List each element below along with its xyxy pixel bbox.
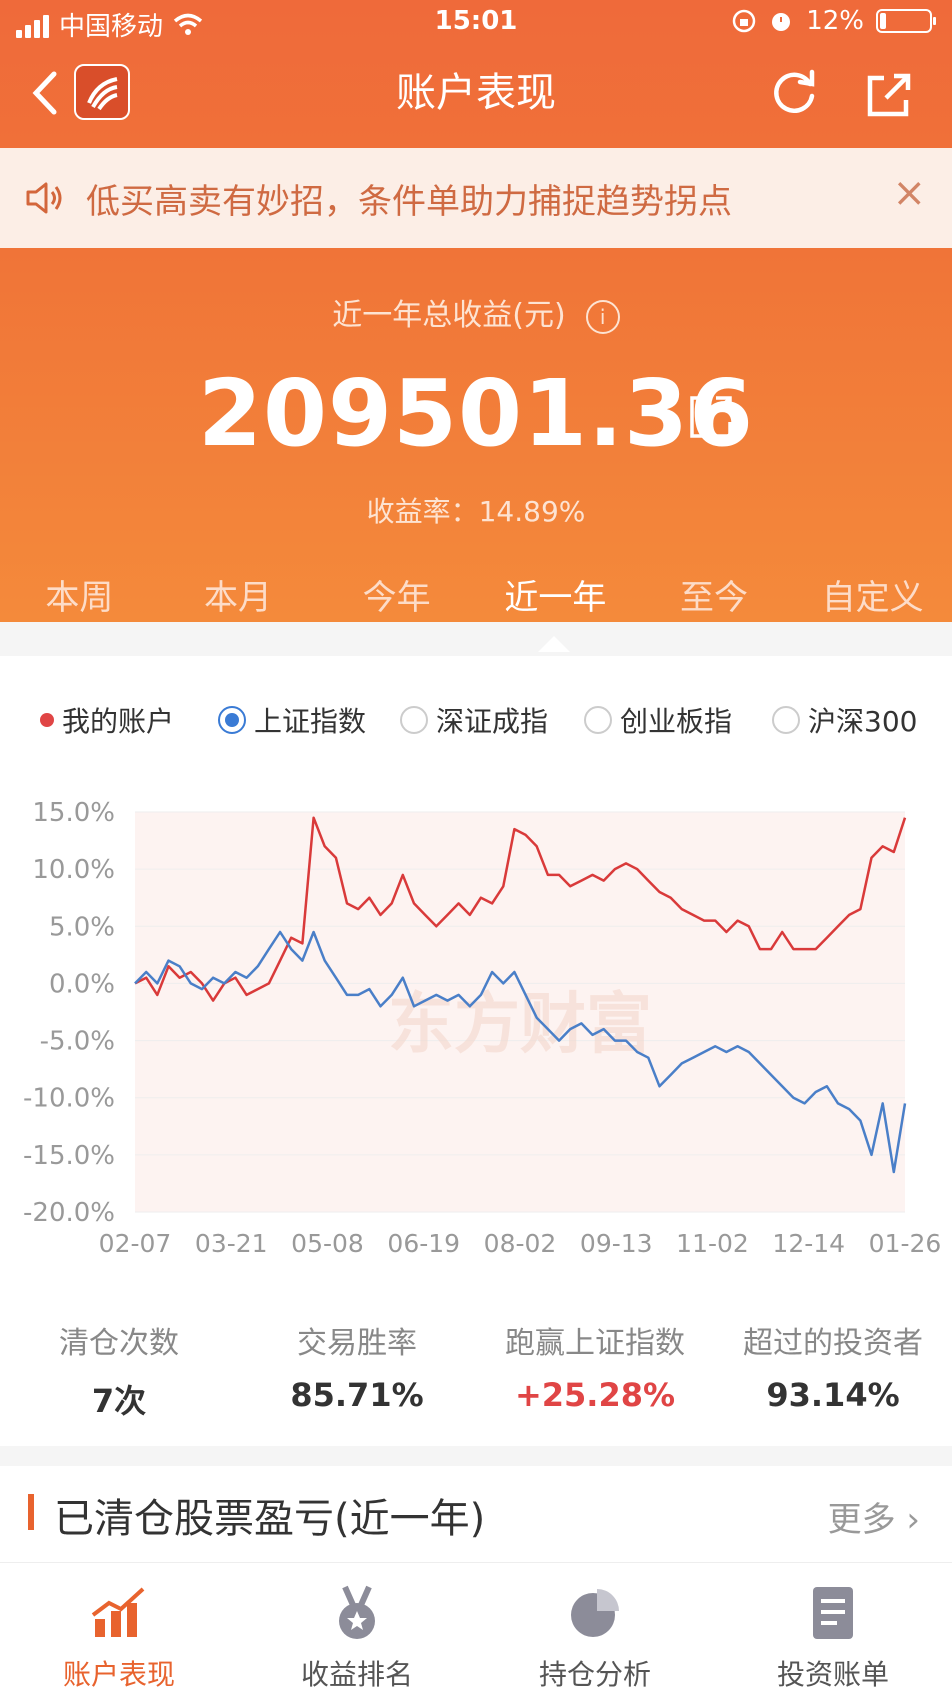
legend-chinext-index[interactable]: 创业板指	[584, 700, 732, 740]
tab-label: 投资账单	[776, 1658, 889, 1691]
y-tick-label: 5.0%	[49, 912, 115, 942]
section-accent-bar	[28, 1494, 34, 1530]
tab-month[interactable]: 本月	[159, 570, 318, 619]
close-icon[interactable]: ×	[892, 170, 926, 216]
tab-profit-ranking[interactable]: 收益排名	[238, 1563, 476, 1694]
bottom-tab-bar: 账户表现 收益排名 持仓分析 投资账单	[0, 1562, 952, 1694]
tab-year-to-date[interactable]: 今年	[317, 570, 476, 619]
total-profit: 209501.36	[197, 360, 755, 467]
speaker-icon	[26, 182, 62, 214]
watermark-text: 东方财富	[388, 985, 652, 1062]
legend-label: 我的账户	[62, 705, 175, 738]
x-tick-label: 08-02	[484, 1229, 557, 1258]
share-icon	[867, 73, 911, 117]
tab-custom[interactable]: 自定义	[793, 570, 952, 619]
x-tick-label: 05-08	[291, 1229, 364, 1258]
summary-label: 近一年总收益(元) i	[0, 290, 952, 334]
stat-win-rate: 交易胜率 85.71%	[238, 1318, 476, 1428]
stat-value: 7次	[91, 1382, 147, 1420]
stat-label: 清仓次数	[59, 1326, 179, 1361]
legend-label: 上证指数	[254, 705, 367, 738]
bill-icon	[813, 1587, 853, 1639]
refresh-button[interactable]	[766, 64, 822, 120]
y-tick-label: -10.0%	[23, 1084, 115, 1114]
stat-label: 超过的投资者	[743, 1326, 923, 1361]
stat-value: +25.28%	[514, 1376, 676, 1414]
stat-percentile: 超过的投资者 93.14%	[714, 1318, 952, 1428]
x-tick-label: 12-14	[772, 1229, 845, 1258]
battery-icon	[876, 9, 936, 33]
x-tick-label: 06-19	[387, 1229, 460, 1258]
x-tick-label: 01-26	[869, 1229, 942, 1258]
stat-value: 93.14%	[766, 1376, 900, 1414]
stat-label: 交易胜率	[297, 1326, 417, 1361]
x-tick-label: 09-13	[580, 1229, 653, 1258]
info-icon[interactable]: i	[585, 299, 620, 334]
x-tick-label: 02-07	[99, 1229, 172, 1258]
tab-label: 持仓分析	[538, 1658, 651, 1691]
radio-checked-icon	[218, 706, 246, 734]
refresh-icon	[774, 69, 815, 114]
legend-label: 创业板指	[620, 705, 733, 738]
trend-chart-icon	[91, 1587, 145, 1637]
pie-chart-icon	[571, 1589, 619, 1637]
notice-text: 低买高卖有妙招，条件单助力捕捉趋势拐点	[86, 182, 732, 222]
share-button[interactable]	[862, 66, 918, 122]
y-tick-label: 15.0%	[32, 798, 115, 828]
legend-my-account: 我的账户	[40, 700, 174, 740]
radio-unchecked-icon	[772, 706, 800, 734]
period-tabs: 本周 本月 今年 近一年 至今 自定义	[0, 570, 952, 619]
nav-bar: 账户表现	[0, 50, 952, 146]
orientation-lock-icon	[732, 9, 756, 33]
tab-all-time[interactable]: 至今	[635, 570, 794, 619]
return-chart: 15.0% 10.0% 5.0% 0.0% -5.0% -10.0% -15.0% -20.0…	[23, 798, 942, 1258]
y-tick-label: 10.0%	[32, 855, 115, 885]
y-tick-label: 0.0%	[49, 969, 115, 999]
radio-unchecked-icon	[400, 706, 428, 734]
tab-investment-bill[interactable]: 投资账单	[714, 1563, 952, 1694]
summary-label-text: 近一年总收益(元)	[332, 298, 566, 333]
more-link[interactable]: 更多 ›	[828, 1492, 920, 1541]
section-title: 已清仓股票盈亏(近一年)	[54, 1496, 486, 1542]
tab-account-performance[interactable]: 账户表现	[0, 1563, 238, 1694]
chart-legend: 我的账户 上证指数 深证成指 创业板指 沪深300	[0, 700, 952, 750]
alarm-icon	[772, 13, 791, 31]
y-tick-label: -20.0%	[23, 1198, 115, 1228]
tab-label: 账户表现	[62, 1658, 175, 1691]
y-tick-label: -15.0%	[23, 1141, 115, 1171]
legend-label: 深证成指	[436, 705, 549, 738]
stat-label: 跑赢上证指数	[505, 1326, 685, 1361]
x-tick-label: 11-02	[676, 1229, 749, 1258]
header-banner: 中国移动 15:01 12% 账户表现 低买高卖有妙招，条件单助力捕捉趋势拐点 …	[0, 0, 952, 622]
battery-percent: 12%	[806, 6, 864, 36]
legend-label: 沪深300	[808, 705, 918, 738]
stat-clearances: 清仓次数 7次	[0, 1318, 238, 1428]
medal-icon	[339, 1585, 375, 1639]
legend-csi300-index[interactable]: 沪深300	[772, 700, 917, 740]
return-rate: 收益率：14.89%	[366, 495, 586, 528]
stat-beat-index: 跑赢上证指数 +25.28%	[476, 1318, 714, 1428]
y-tick-label: -5.0%	[40, 1027, 115, 1057]
stats-row: 清仓次数 7次 交易胜率 85.71% 跑赢上证指数 +25.28% 超过的投资…	[0, 1318, 952, 1428]
external-link-icon[interactable]	[688, 392, 736, 440]
cleared-stocks-section: 已清仓股票盈亏(近一年) 更多 ›	[0, 1466, 952, 1562]
red-dot-icon	[40, 713, 54, 727]
tab-week[interactable]: 本周	[0, 570, 159, 619]
radio-unchecked-icon	[584, 706, 612, 734]
legend-shanghai-index[interactable]: 上证指数	[218, 700, 366, 740]
x-tick-label: 03-21	[195, 1229, 268, 1258]
legend-shenzhen-index[interactable]: 深证成指	[400, 700, 548, 740]
notice-bar[interactable]: 低买高卖有妙招，条件单助力捕捉趋势拐点 ×	[0, 148, 952, 248]
status-bar: 中国移动 15:01 12%	[0, 0, 952, 50]
tab-label: 收益排名	[300, 1658, 413, 1691]
tab-last-year[interactable]: 近一年	[476, 570, 635, 619]
tab-position-analysis[interactable]: 持仓分析	[476, 1563, 714, 1694]
stat-value: 85.71%	[290, 1376, 424, 1414]
active-tab-caret	[538, 636, 570, 652]
